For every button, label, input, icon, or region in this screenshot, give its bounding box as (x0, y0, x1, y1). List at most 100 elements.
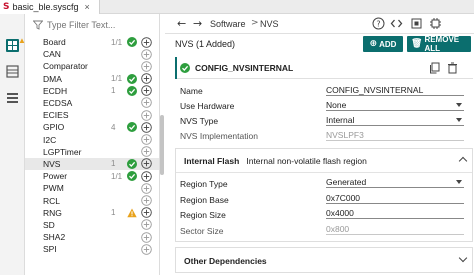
sector-size-value: 0x800 (326, 224, 350, 234)
module-name: I2C (43, 134, 57, 145)
module-row-lgptimer[interactable]: LGPTimer (25, 146, 159, 158)
module-name: ECDSA (43, 98, 73, 109)
prop-label-sector-size: Sector Size (180, 226, 224, 236)
add-module-icon[interactable] (141, 85, 152, 97)
filter-input[interactable] (47, 20, 155, 30)
module-name: NVS (43, 158, 61, 169)
back-arrow-icon[interactable]: ← (177, 18, 189, 30)
module-row-can[interactable]: CAN (25, 48, 159, 60)
module-row-spi[interactable]: SPI (25, 243, 159, 255)
add-module-icon[interactable] (141, 195, 152, 206)
module-row-board[interactable]: Board 1/1 (25, 36, 159, 48)
module-row-i2c[interactable]: I2C (25, 134, 159, 146)
add-module-icon[interactable] (141, 36, 152, 48)
add-button[interactable]: ⊕ ADD (363, 36, 403, 52)
dropdown-arrow-icon (456, 180, 462, 184)
resources-view-icon[interactable] (5, 90, 20, 105)
module-row-sha2[interactable]: SHA2 (25, 231, 159, 243)
add-module-icon[interactable] (141, 207, 152, 218)
add-module-icon[interactable] (141, 219, 152, 231)
copy-icon[interactable] (429, 62, 440, 74)
module-row-sd[interactable]: SD (25, 219, 159, 231)
expand-chevron-icon[interactable] (458, 253, 468, 263)
close-tab-icon[interactable]: × (85, 2, 90, 12)
check-circle-icon (127, 171, 137, 182)
add-module-icon[interactable] (141, 243, 152, 255)
module-count: 1 (111, 86, 116, 96)
memory-icon[interactable] (410, 17, 423, 30)
region-base-field[interactable]: 0x7C000 (326, 193, 464, 204)
modules-view-icon[interactable]: ▲ (5, 36, 26, 53)
module-row-pwm[interactable]: PWM (25, 182, 159, 194)
module-row-ecies[interactable]: ECIES (25, 109, 159, 121)
code-view-icon[interactable] (390, 17, 403, 30)
chip-icon[interactable] (429, 17, 442, 30)
device-view-icon[interactable] (5, 64, 20, 79)
add-module-icon[interactable] (141, 134, 152, 145)
module-row-gpio[interactable]: GPIO 4 (25, 121, 159, 133)
section-divider (176, 172, 472, 173)
region-base-value: 0x7C000 (326, 193, 361, 203)
prop-label-use-hardware: Use Hardware (180, 101, 235, 111)
other-dependencies-section[interactable]: Other Dependencies (175, 247, 473, 273)
collapse-chevron-icon[interactable] (458, 156, 468, 166)
module-name: Comparator (43, 61, 88, 72)
module-row-rcl[interactable]: RCL (25, 194, 159, 206)
file-tab[interactable]: S basic_ble.syscfg × (0, 0, 100, 14)
sector-size-field: 0x800 (326, 224, 464, 235)
forward-arrow-icon[interactable]: → (193, 18, 205, 30)
region-size-field[interactable]: 0x4000 (326, 208, 464, 219)
add-module-icon[interactable] (141, 146, 152, 157)
nvs-implementation-value: NVSLPF3 (326, 130, 364, 140)
module-row-ecdh[interactable]: ECDH 1 (25, 85, 159, 97)
add-module-icon[interactable] (141, 158, 152, 170)
add-module-icon[interactable] (141, 182, 152, 194)
internal-flash-description: Internal non-volatile flash region (246, 156, 367, 166)
activity-bar: ▲ (0, 14, 26, 275)
module-list-scrollbar[interactable] (160, 115, 164, 175)
add-module-icon[interactable] (141, 122, 152, 133)
help-icon[interactable]: ? (372, 17, 385, 30)
add-module-icon[interactable] (141, 48, 152, 60)
instance-header[interactable]: CONFIG_NVSINTERNAL (175, 57, 473, 79)
name-field[interactable]: CONFIG_NVSINTERNAL (326, 85, 464, 96)
module-count: 1 (111, 159, 116, 169)
dropdown-arrow-icon (456, 118, 462, 122)
module-row-ecdsa[interactable]: ECDSA (25, 97, 159, 109)
other-dependencies-title-text: Other Dependencies (184, 256, 267, 266)
breadcrumb-nvs[interactable]: NVS (260, 19, 279, 29)
add-module-icon[interactable] (141, 61, 152, 72)
module-count: 1/1 (111, 74, 123, 84)
add-module-icon[interactable] (141, 73, 152, 84)
add-module-icon[interactable] (141, 170, 152, 182)
breadcrumb-software[interactable]: Software (210, 19, 246, 29)
filter-bar (25, 17, 159, 33)
internal-flash-title: Internal Flash (184, 156, 240, 166)
add-module-icon[interactable] (141, 231, 152, 243)
delete-icon[interactable] (447, 62, 458, 74)
filter-icon (33, 20, 43, 30)
check-circle-icon (180, 63, 190, 73)
prop-label-name: Name (180, 86, 203, 96)
module-count: 1 (111, 208, 116, 218)
module-count: 1/1 (111, 37, 123, 47)
module-row-nvs[interactable]: NVS 1 (25, 157, 159, 171)
module-row-power[interactable]: Power 1/1 (25, 170, 159, 182)
prop-label-region-size: Region Size (180, 210, 226, 220)
add-module-icon[interactable] (141, 97, 152, 109)
region-type-select[interactable]: Generated (326, 177, 464, 188)
add-module-icon[interactable] (141, 109, 152, 121)
use-hardware-select[interactable]: None (326, 100, 464, 111)
remove-all-button[interactable]: 🗑 REMOVE ALL (407, 35, 471, 53)
module-row-dma[interactable]: DMA 1/1 (25, 73, 159, 85)
use-hardware-value: None (326, 100, 347, 110)
module-name: Power (43, 171, 68, 182)
internal-flash-header[interactable]: Internal Flash Internal non-volatile fla… (184, 156, 367, 166)
nvs-type-select[interactable]: Internal (326, 115, 464, 126)
module-row-comparator[interactable]: Comparator (25, 60, 159, 72)
remove-all-label: REMOVE ALL (424, 35, 460, 53)
module-row-rng[interactable]: RNG 1 (25, 207, 159, 219)
module-name: RNG (43, 207, 62, 218)
check-circle-icon (127, 158, 137, 169)
module-name: GPIO (43, 122, 65, 133)
